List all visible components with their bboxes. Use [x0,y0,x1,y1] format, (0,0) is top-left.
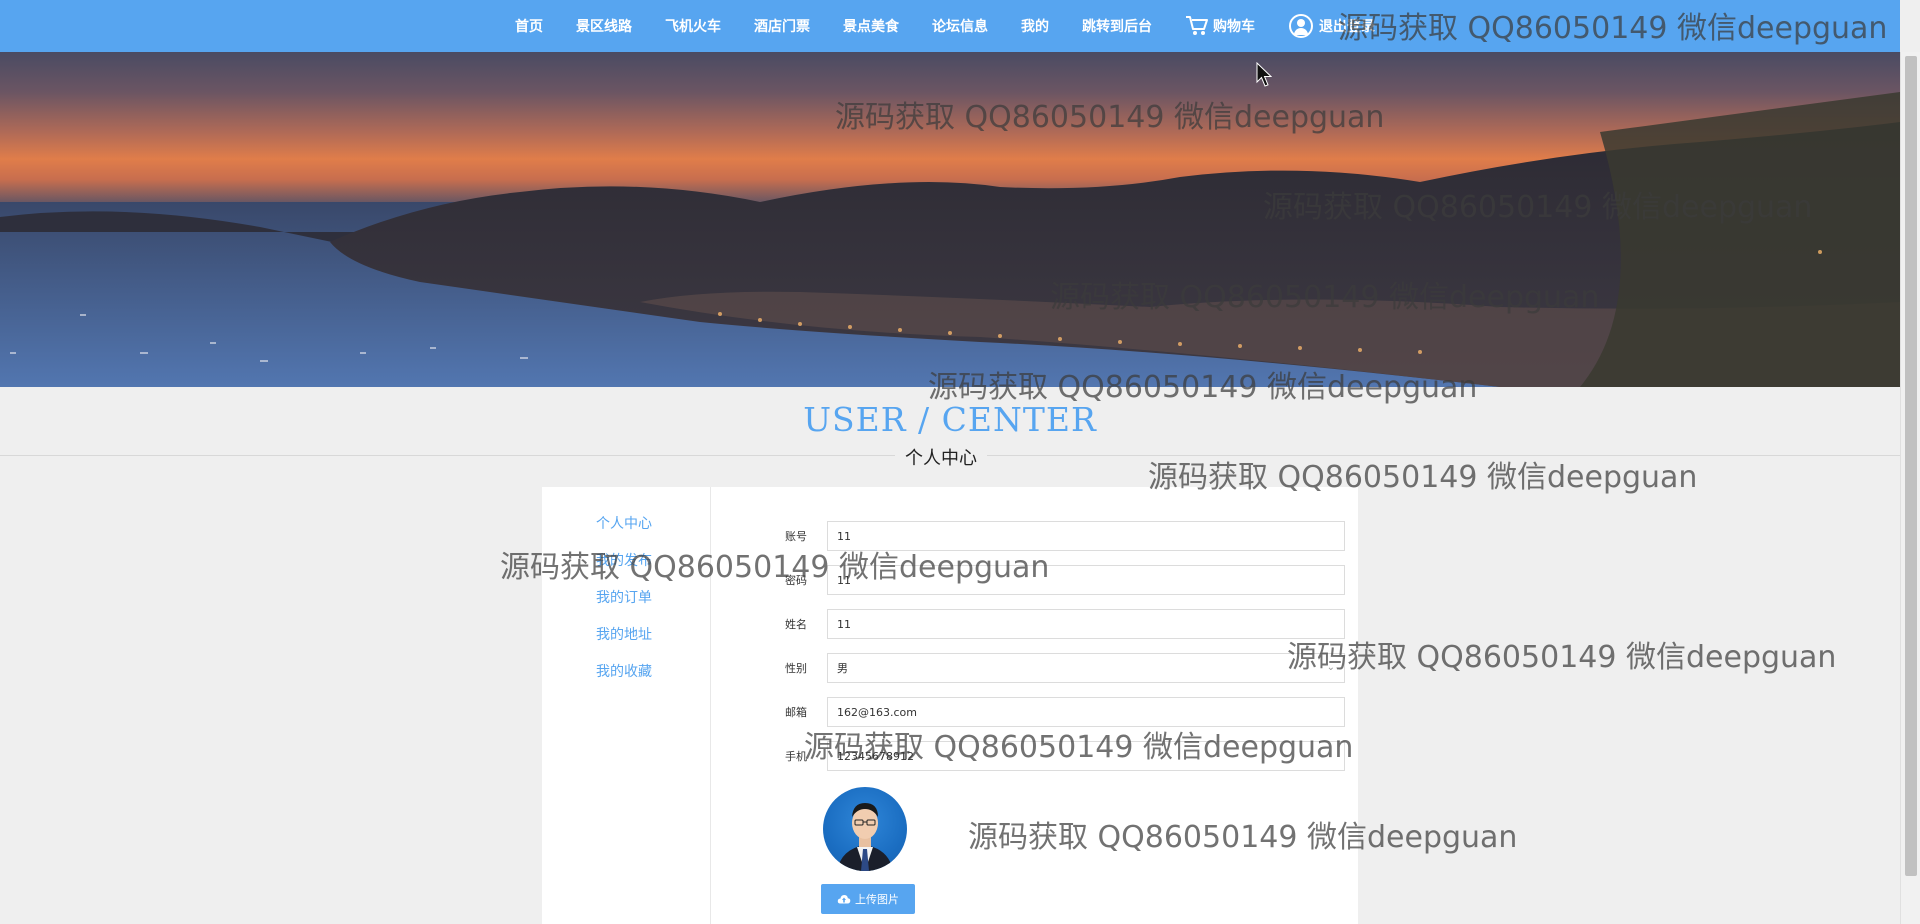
phone-field[interactable]: 12345678912 [827,741,1345,771]
account-label: 账号 [785,530,807,543]
gender-value: 男 [827,653,1345,683]
nav-item-mine[interactable]: 我的 [1021,16,1049,36]
user-icon [1289,14,1313,38]
nav-item-hotel-tickets[interactable]: 酒店门票 [754,16,810,36]
nav-item-cart[interactable]: 购物车 [1185,15,1255,37]
form-row-phone: 手机 12345678912 [785,741,1345,771]
scrollbar-thumb[interactable] [1905,56,1917,876]
avatar-portrait [837,803,893,871]
cloud-upload-icon [837,895,851,904]
top-navbar: 首页 景区线路 飞机火车 酒店门票 景点美食 论坛信息 我的 跳转到后台 购物车… [0,0,1900,52]
sidebar-item-address[interactable]: 我的地址 [596,624,652,644]
sidebar-item-favorites[interactable]: 我的收藏 [596,661,652,681]
cart-label: 购物车 [1213,19,1255,35]
chevron-down-icon: ⌄ [1326,662,1335,673]
gender-label: 性别 [785,662,807,675]
gender-select[interactable]: 男 ⌄ [827,653,1345,683]
avatar [823,787,907,871]
name-label: 姓名 [785,618,807,631]
banner-landscape [0,92,1900,387]
sidebar-item-profile[interactable]: 个人中心 [596,513,652,533]
scrollbar[interactable] [1900,52,1920,924]
nav-item-user[interactable]: 退出登录 [1289,14,1375,38]
form-row-password: 密码 11 [785,565,1345,595]
page-title: USER / CENTER [803,400,1097,439]
nav-item-food[interactable]: 景点美食 [843,16,899,36]
nav-item-forum[interactable]: 论坛信息 [932,16,988,36]
sidebar-item-orders[interactable]: 我的订单 [596,587,652,607]
user-label: 退出登录 [1319,19,1375,35]
sidebar: 个人中心 我的发布 我的订单 我的地址 我的收藏 [542,487,711,924]
password-field[interactable]: 11 [827,565,1345,595]
phone-label: 手机 [785,750,807,763]
cart-icon [1186,16,1208,35]
form-row-account: 账号 11 [785,521,1345,551]
upload-image-label: 上传图片 [855,893,899,906]
nav-item-home[interactable]: 首页 [515,16,543,36]
watermark: 源码获取 QQ86050149 微信deepguan [1287,640,1837,675]
nav-item-routes[interactable]: 景区线路 [576,16,632,36]
nav-item-admin[interactable]: 跳转到后台 [1082,16,1152,36]
name-field[interactable]: 11 [827,609,1345,639]
form-row-gender: 性别 男 ⌄ [785,653,1345,683]
email-label: 邮箱 [785,706,807,719]
banner-image [0,52,1900,387]
page-subtitle: 个人中心 [895,444,987,470]
nav-menu: 首页 景区线路 飞机火车 酒店门票 景点美食 论坛信息 我的 跳转到后台 购物车… [515,0,1408,52]
account-field[interactable]: 11 [827,521,1345,551]
nav-item-flights-trains[interactable]: 飞机火车 [665,16,721,36]
sidebar-item-posts[interactable]: 我的发布 [596,550,652,570]
upload-image-button[interactable]: 上传图片 [821,884,915,914]
user-center-panel: 个人中心 我的发布 我的订单 我的地址 我的收藏 账号 11 密码 11 姓名 … [542,487,1358,924]
email-field[interactable]: 162@163.com [827,697,1345,727]
mouse-cursor-icon [1256,62,1272,87]
form-row-name: 姓名 11 [785,609,1345,639]
form-row-email: 邮箱 162@163.com [785,697,1345,727]
password-label: 密码 [785,574,807,587]
